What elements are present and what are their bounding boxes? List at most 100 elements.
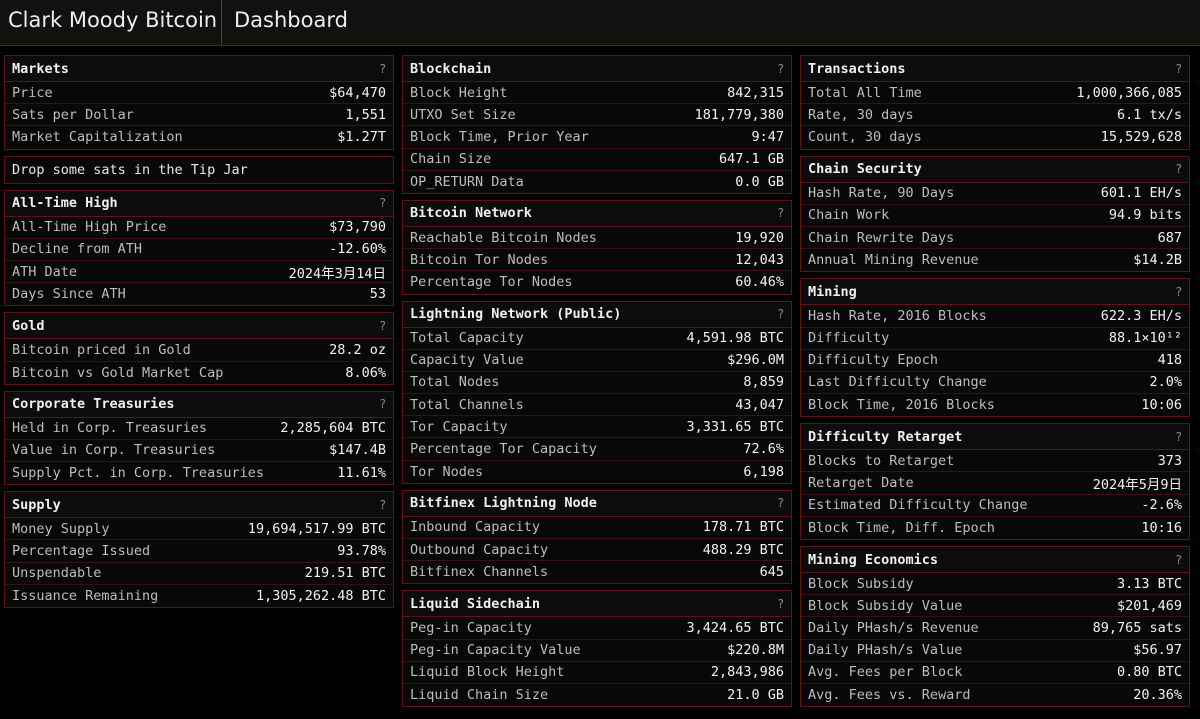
metric-label[interactable]: Last Difficulty Change — [808, 374, 1149, 390]
tip-jar-link[interactable]: Drop some sats in the Tip Jar — [5, 157, 393, 183]
metric-label[interactable]: Peg-in Capacity — [410, 620, 686, 636]
metric-label[interactable]: ATH Date — [12, 264, 289, 280]
help-icon[interactable]: ? — [778, 496, 784, 510]
metric-value: 19,694,517.99 BTC — [247, 520, 386, 537]
metric-label[interactable]: Block Subsidy Value — [808, 598, 1117, 614]
metric-value: 178.71 BTC — [702, 519, 784, 536]
metric-label[interactable]: Inbound Capacity — [410, 519, 703, 535]
metric-label[interactable]: Chain Rewrite Days — [808, 230, 1158, 246]
metric-label[interactable]: Days Since ATH — [12, 286, 370, 302]
metric-label[interactable]: Decline from ATH — [12, 241, 329, 257]
panel-title: Transactions — [808, 60, 906, 77]
metric-label[interactable]: Bitfinex Channels — [410, 564, 760, 580]
metric-label[interactable]: Total Nodes — [410, 374, 743, 390]
metric-label[interactable]: Money Supply — [12, 521, 248, 537]
panel-title: Chain Security — [808, 161, 922, 178]
help-icon[interactable]: ? — [778, 206, 784, 220]
panel-markets: Markets? Price $64,470 Sats per Dollar 1,551… — [4, 55, 394, 150]
help-icon[interactable]: ? — [380, 196, 386, 210]
metric-label[interactable]: Difficulty Epoch — [808, 352, 1158, 368]
metric-label[interactable]: UTXO Set Size — [410, 107, 695, 123]
metric-label[interactable]: Percentage Issued — [12, 543, 337, 559]
metric-label[interactable]: Liquid Block Height — [410, 664, 711, 680]
metric-value: 0.0 GB — [735, 173, 784, 190]
metric-label[interactable]: OP_RETURN Data — [410, 174, 735, 190]
metric-label[interactable]: Tor Capacity — [410, 419, 686, 435]
metric-label[interactable]: Count, 30 days — [808, 129, 1101, 145]
metric-label[interactable]: Held in Corp. Treasuries — [12, 420, 280, 436]
top-bar: Clark Moody Bitcoin Dashboard — [0, 0, 1200, 46]
help-icon[interactable]: ? — [380, 397, 386, 411]
metric-value: 1,551 — [345, 106, 386, 123]
metric-label[interactable]: Total Capacity — [410, 330, 686, 346]
help-icon[interactable]: ? — [778, 597, 784, 611]
metric-label[interactable]: Issuance Remaining — [12, 588, 256, 604]
metric-label[interactable]: Blocks to Retarget — [808, 453, 1158, 469]
metric-label[interactable]: Value in Corp. Treasuries — [12, 442, 329, 458]
metric-label[interactable]: Daily PHash/s Value — [808, 642, 1133, 658]
help-icon[interactable]: ? — [1176, 62, 1182, 76]
metric-label[interactable]: Bitcoin Tor Nodes — [410, 252, 735, 268]
column-3: Transactions? Total All Time 1,000,366,085… — [800, 55, 1190, 713]
metric-row: Bitcoin priced in Gold 28.2 oz — [5, 339, 393, 362]
metric-label[interactable]: Block Height — [410, 85, 727, 101]
metric-label[interactable]: Total Channels — [410, 397, 735, 413]
metric-label[interactable]: Annual Mining Revenue — [808, 252, 1133, 268]
metric-label[interactable]: Avg. Fees per Block — [808, 664, 1117, 680]
metric-label[interactable]: Hash Rate, 90 Days — [808, 185, 1101, 201]
metric-label[interactable]: Capacity Value — [410, 352, 727, 368]
help-icon[interactable]: ? — [380, 319, 386, 333]
help-icon[interactable]: ? — [1176, 430, 1182, 444]
help-icon[interactable]: ? — [380, 498, 386, 512]
metric-label[interactable]: Supply Pct. in Corp. Treasuries — [12, 465, 337, 481]
metric-row: Outbound Capacity 488.29 BTC — [403, 539, 791, 562]
metric-row: Value in Corp. Treasuries $147.4B — [5, 440, 393, 463]
metric-row: Total All Time 1,000,366,085 — [801, 82, 1189, 105]
metric-value: 8.06% — [345, 364, 386, 381]
site-brand[interactable]: Clark Moody Bitcoin — [0, 0, 222, 45]
metric-label[interactable]: Bitcoin priced in Gold — [12, 342, 329, 358]
metric-label[interactable]: Percentage Tor Capacity — [410, 441, 743, 457]
metric-label[interactable]: All-Time High Price — [12, 219, 329, 235]
metric-label[interactable]: Market Capitalization — [12, 129, 337, 145]
metric-value: 20.36% — [1133, 687, 1182, 704]
help-icon[interactable]: ? — [778, 307, 784, 321]
metric-label[interactable]: Reachable Bitcoin Nodes — [410, 230, 735, 246]
metric-label[interactable]: Rate, 30 days — [808, 107, 1117, 123]
metric-label[interactable]: Percentage Tor Nodes — [410, 274, 735, 290]
help-icon[interactable]: ? — [1176, 553, 1182, 567]
panel-header: Lightning Network (Public)? — [403, 301, 791, 328]
metric-label[interactable]: Retarget Date — [808, 475, 1093, 491]
metric-label[interactable]: Block Time, 2016 Blocks — [808, 397, 1141, 413]
metric-row: Bitcoin Tor Nodes 12,043 — [403, 249, 791, 272]
metric-label[interactable]: Outbound Capacity — [410, 542, 703, 558]
metric-label[interactable]: Hash Rate, 2016 Blocks — [808, 308, 1101, 324]
help-icon[interactable]: ? — [1176, 162, 1182, 176]
metric-label[interactable]: Block Time, Prior Year — [410, 129, 751, 145]
metric-label[interactable]: Block Time, Diff. Epoch — [808, 520, 1141, 536]
metric-label[interactable]: Block Subsidy — [808, 576, 1117, 592]
metric-row: Last Difficulty Change 2.0% — [801, 372, 1189, 395]
metric-label[interactable]: Price — [12, 85, 329, 101]
metric-label[interactable]: Chain Size — [410, 151, 719, 167]
metric-label[interactable]: Chain Work — [808, 207, 1109, 223]
help-icon[interactable]: ? — [380, 62, 386, 76]
metric-label[interactable]: Estimated Difficulty Change — [808, 497, 1141, 513]
metric-label[interactable]: Sats per Dollar — [12, 107, 345, 123]
metric-label[interactable]: Tor Nodes — [410, 464, 743, 480]
panel-header: Transactions? — [801, 56, 1189, 82]
metric-label[interactable]: Unspendable — [12, 565, 305, 581]
metric-row: Peg-in Capacity 3,424.65 BTC — [403, 617, 791, 640]
metric-label[interactable]: Difficulty — [808, 330, 1109, 346]
panel-header: Difficulty Retarget? — [801, 424, 1189, 451]
metric-label[interactable]: Total All Time — [808, 85, 1076, 101]
metric-row: Block Height 842,315 — [403, 82, 791, 105]
help-icon[interactable]: ? — [1176, 285, 1182, 299]
metric-label[interactable]: Daily PHash/s Revenue — [808, 620, 1093, 636]
metric-label[interactable]: Liquid Chain Size — [410, 687, 727, 703]
metric-label[interactable]: Peg-in Capacity Value — [410, 642, 727, 658]
metric-label[interactable]: Bitcoin vs Gold Market Cap — [12, 365, 345, 381]
help-icon[interactable]: ? — [778, 62, 784, 76]
metric-label[interactable]: Avg. Fees vs. Reward — [808, 687, 1133, 703]
metric-row: Tor Capacity 3,331.65 BTC — [403, 416, 791, 439]
